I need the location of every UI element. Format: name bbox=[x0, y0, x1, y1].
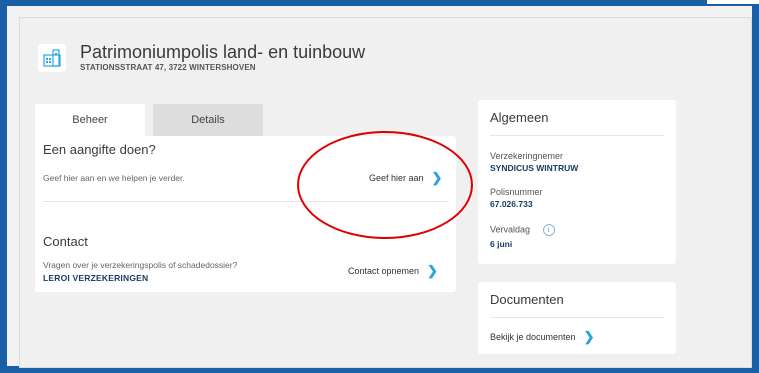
info-icon[interactable]: i bbox=[542, 224, 555, 236]
geef-hier-aan-label: Geef hier aan bbox=[369, 173, 424, 183]
frame-notch bbox=[707, 0, 759, 4]
chevron-right-icon: ❯ bbox=[427, 263, 438, 278]
due-date-value: 6 juni bbox=[490, 239, 513, 249]
geef-hier-aan-link[interactable]: Geef hier aan ❯ bbox=[369, 170, 442, 186]
contact-title: Contact bbox=[43, 234, 88, 249]
policy-address: STATIONSSTRAAT 47, 3722 WINTERSHOVEN bbox=[80, 63, 256, 72]
aangifte-text: Geef hier aan en we helpen je verder. bbox=[43, 173, 185, 183]
building-icon bbox=[38, 44, 66, 72]
documenten-title: Documenten bbox=[490, 292, 564, 307]
documenten-card: Documenten Bekijk je documenten ❯ bbox=[478, 282, 676, 354]
algemeen-divider bbox=[490, 135, 664, 136]
tab-beheer[interactable]: Beheer bbox=[35, 104, 145, 136]
contact-company: LEROI VERZEKERINGEN bbox=[43, 273, 149, 283]
due-date-label: Vervaldag i bbox=[490, 224, 555, 236]
bekijk-documenten-label: Bekijk je documenten bbox=[490, 332, 576, 342]
aangifte-title: Een aangifte doen? bbox=[43, 142, 156, 157]
due-date-label-text: Vervaldag bbox=[490, 224, 531, 235]
chevron-right-icon: ❯ bbox=[431, 170, 443, 185]
policy-number-value: 67.026.733 bbox=[490, 199, 533, 209]
tab-details[interactable]: Details bbox=[153, 104, 263, 136]
section-divider bbox=[43, 201, 448, 202]
policy-header: Patrimoniumpolis land- en tuinbouw STATI… bbox=[38, 42, 365, 72]
bekijk-documenten-link[interactable]: Bekijk je documenten ❯ bbox=[490, 329, 594, 345]
page-title: Patrimoniumpolis land- en tuinbouw bbox=[80, 42, 366, 62]
contact-text: Vragen over je verzekeringspolis of scha… bbox=[43, 260, 238, 270]
policy-number-label: Polisnummer bbox=[490, 187, 543, 197]
algemeen-card: Algemeen Verzekeringnemer SYNDICUS WINTR… bbox=[478, 100, 676, 264]
contact-opnemen-label: Contact opnemen bbox=[348, 266, 420, 276]
algemeen-title: Algemeen bbox=[490, 110, 549, 125]
documenten-divider bbox=[490, 317, 664, 318]
contact-opnemen-link[interactable]: Contact opnemen ❯ bbox=[348, 263, 438, 279]
beheer-panel: Een aangifte doen? Geef hier aan en we h… bbox=[35, 136, 456, 292]
chevron-right-icon: ❯ bbox=[583, 329, 595, 344]
insurer-value: SYNDICUS WINTRUW bbox=[490, 163, 579, 173]
insurer-label: Verzekeringnemer bbox=[490, 151, 564, 161]
